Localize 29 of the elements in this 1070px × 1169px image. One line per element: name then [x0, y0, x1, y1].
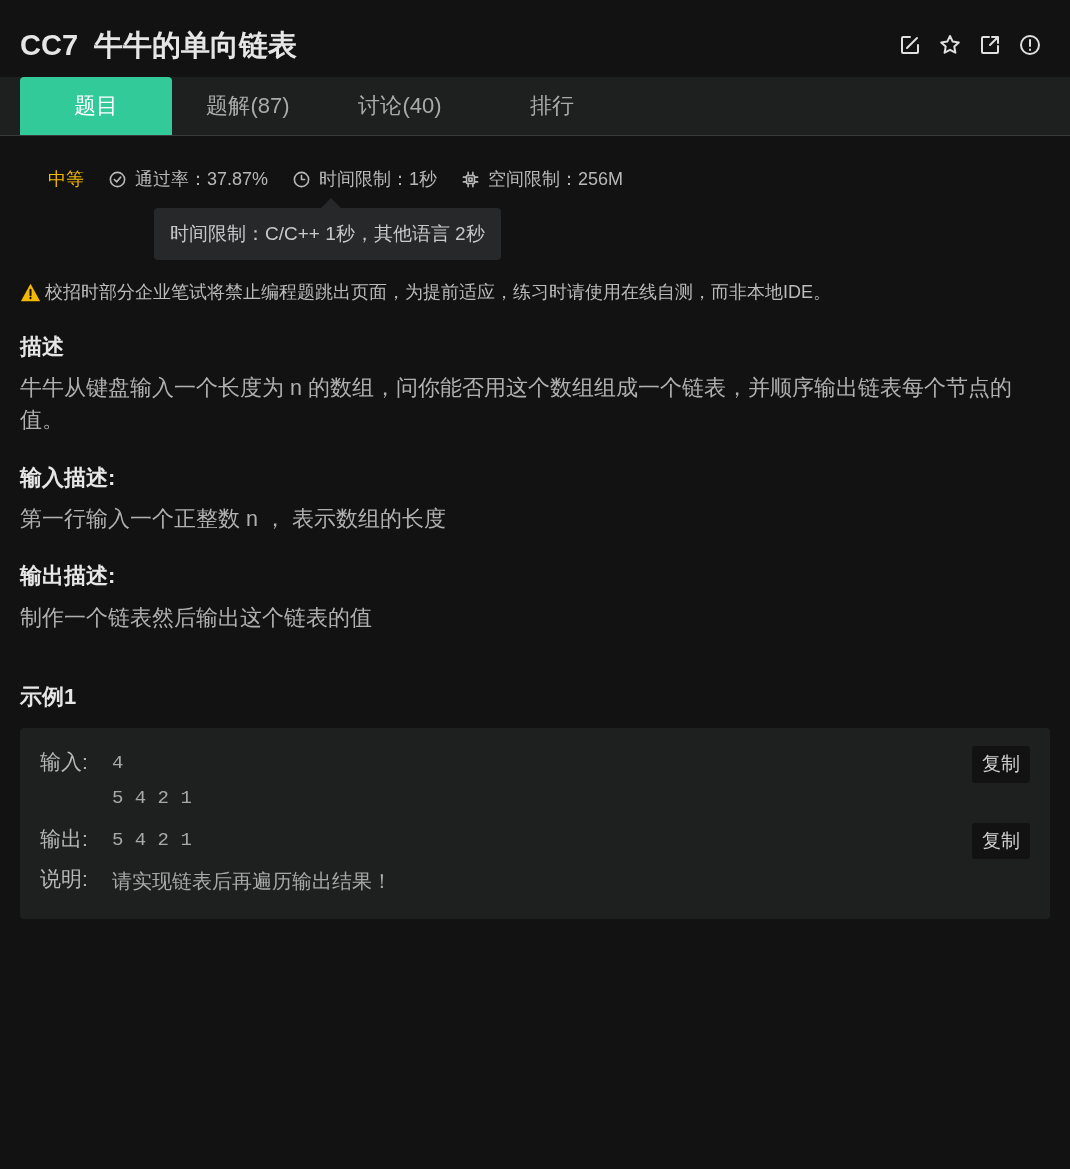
example-label: 说明: [40, 866, 89, 893]
difficulty-label: 中等 [48, 167, 84, 191]
tab[interactable]: 讨论(40) [324, 76, 476, 135]
example-value: 4 5 4 2 1 [112, 751, 192, 811]
warning-text: 校招时部分企业笔试将禁止编程题跳出页面，为提前适应，练习时请使用在线自测，而非本地IDE。 [45, 280, 831, 304]
warning-icon [20, 281, 41, 303]
tab[interactable]: 排行 [476, 76, 628, 135]
section-text: 牛牛从键盘输入一个长度为 n 的数组，问你能否用这个数组组成一个链表，并顺序输出链表每个节点的值。 [20, 375, 1013, 435]
copy-button[interactable]: 复制 [972, 746, 1030, 783]
check-circle-icon [108, 169, 127, 189]
pass-rate: 通过率：37.87% [135, 167, 269, 191]
clock-icon [292, 169, 312, 189]
section-text: 第一行输入一个正整数 n ， 表示数组的长度 [20, 506, 447, 534]
section-heading: 输出描述: [20, 563, 117, 590]
section-heading: 输入描述: [20, 464, 117, 492]
copy-button[interactable]: 复制 [972, 822, 1030, 860]
problem-title: CC7 牛牛的单向链表 [20, 28, 298, 63]
space-limit: 空间限制：256M [488, 167, 624, 191]
tab[interactable]: 题解(87) [172, 76, 324, 135]
alert-icon[interactable] [1018, 33, 1042, 58]
example-label: 输入: [40, 749, 89, 776]
section-heading: 描述 [20, 333, 65, 361]
chip-icon [461, 169, 481, 189]
time-limit: 时间限制：1秒 [319, 167, 438, 191]
example-value: 5 4 2 1 [112, 827, 192, 853]
example-value: 请实现链表后再遍历输出结果！ [112, 869, 392, 895]
example-title: 示例1 [20, 683, 78, 711]
example-label: 输出: [40, 825, 89, 852]
section-text: 制作一个链表然后输出这个链表的值 [20, 604, 373, 632]
